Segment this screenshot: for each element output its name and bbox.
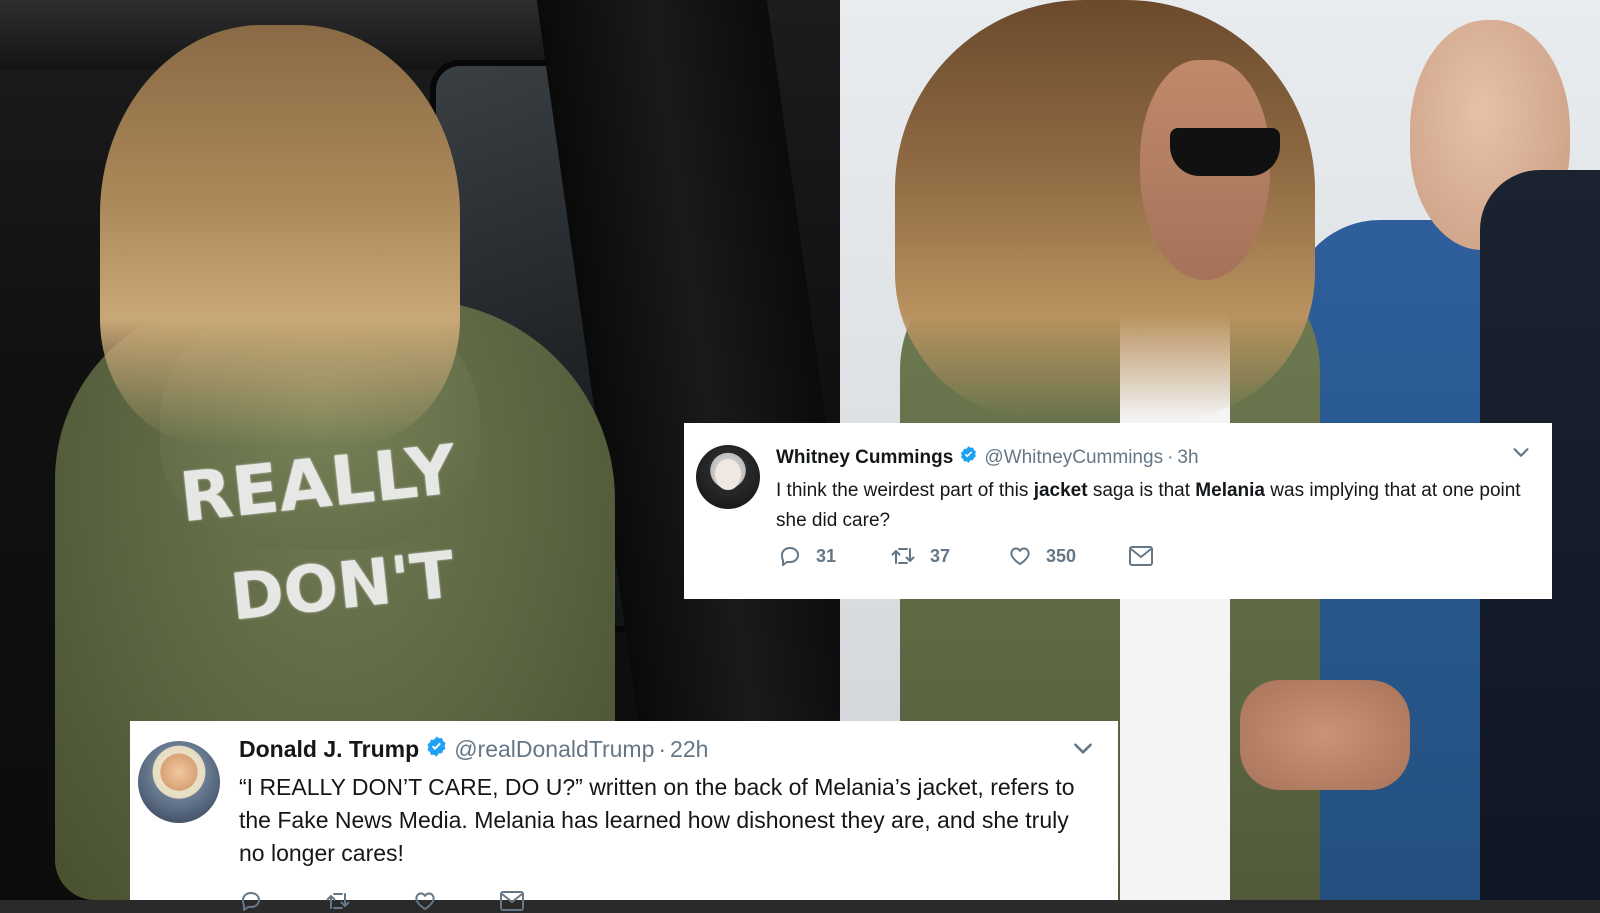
handshake xyxy=(1240,680,1410,790)
tweet-header: Whitney Cummings @WhitneyCummings · 3h xyxy=(776,445,1199,470)
reply-count: 31 xyxy=(816,545,837,566)
reply-icon xyxy=(242,892,260,911)
retweet-icon xyxy=(326,893,350,909)
like-count: 350 xyxy=(1046,545,1077,566)
chevron-down-icon[interactable] xyxy=(1510,441,1532,468)
retweet-button[interactable] xyxy=(325,889,365,913)
verified-icon xyxy=(959,445,978,470)
verified-icon xyxy=(425,735,448,764)
author-handle[interactable]: @realDonaldTrump xyxy=(454,736,654,763)
tweet-text-bold: Melania xyxy=(1195,480,1265,501)
like-button[interactable]: 350 xyxy=(1008,544,1080,568)
woman-hair-back xyxy=(100,25,460,445)
chevron-down-icon[interactable] xyxy=(1070,735,1096,766)
sunglasses xyxy=(1170,128,1280,176)
mail-icon xyxy=(500,891,524,911)
timestamp[interactable]: 3h xyxy=(1177,447,1198,469)
tweet-card-trump[interactable]: Donald J. Trump @realDonaldTrump · 22h “… xyxy=(130,721,1118,911)
mail-icon xyxy=(1129,546,1153,566)
author-name[interactable]: Whitney Cummings xyxy=(776,447,953,469)
retweet-icon xyxy=(891,548,915,564)
like-icon xyxy=(1010,547,1030,565)
tweet-text: I think the weirdest part of this jacket… xyxy=(776,476,1526,536)
avatar[interactable] xyxy=(696,445,760,509)
separator: · xyxy=(1167,446,1174,468)
like-icon xyxy=(415,892,435,910)
tweet-card-whitney[interactable]: Whitney Cummings @WhitneyCummings · 3h I… xyxy=(684,423,1552,599)
retweet-button[interactable]: 37 xyxy=(890,544,960,568)
tweet-text-bold: jacket xyxy=(1033,480,1088,501)
reply-button[interactable]: 31 xyxy=(778,544,842,568)
tweet-text-part: saga is that xyxy=(1087,480,1196,501)
tweet-header: Donald J. Trump @realDonaldTrump · 22h xyxy=(239,735,708,764)
tweet-text-part: I think the weirdest part of this xyxy=(776,480,1034,501)
author-name[interactable]: Donald J. Trump xyxy=(239,736,419,763)
jacket-graffiti: REALLY DON'T xyxy=(176,431,483,636)
reply-button[interactable] xyxy=(239,889,277,913)
retweet-count: 37 xyxy=(930,545,951,566)
tweet-text: “I REALLY DON’T CARE, DO U?” written on … xyxy=(239,774,1075,866)
direct-message-button[interactable] xyxy=(499,890,539,912)
separator: · xyxy=(658,736,667,762)
direct-message-button[interactable] xyxy=(1128,545,1168,567)
tweet-actions: 31 37 350 xyxy=(778,544,1216,568)
timestamp[interactable]: 22h xyxy=(670,736,708,763)
tweet-actions xyxy=(239,889,587,913)
author-handle[interactable]: @WhitneyCummings xyxy=(984,447,1163,469)
reply-icon xyxy=(781,547,799,566)
avatar[interactable] xyxy=(138,741,220,823)
like-button[interactable] xyxy=(413,889,451,913)
